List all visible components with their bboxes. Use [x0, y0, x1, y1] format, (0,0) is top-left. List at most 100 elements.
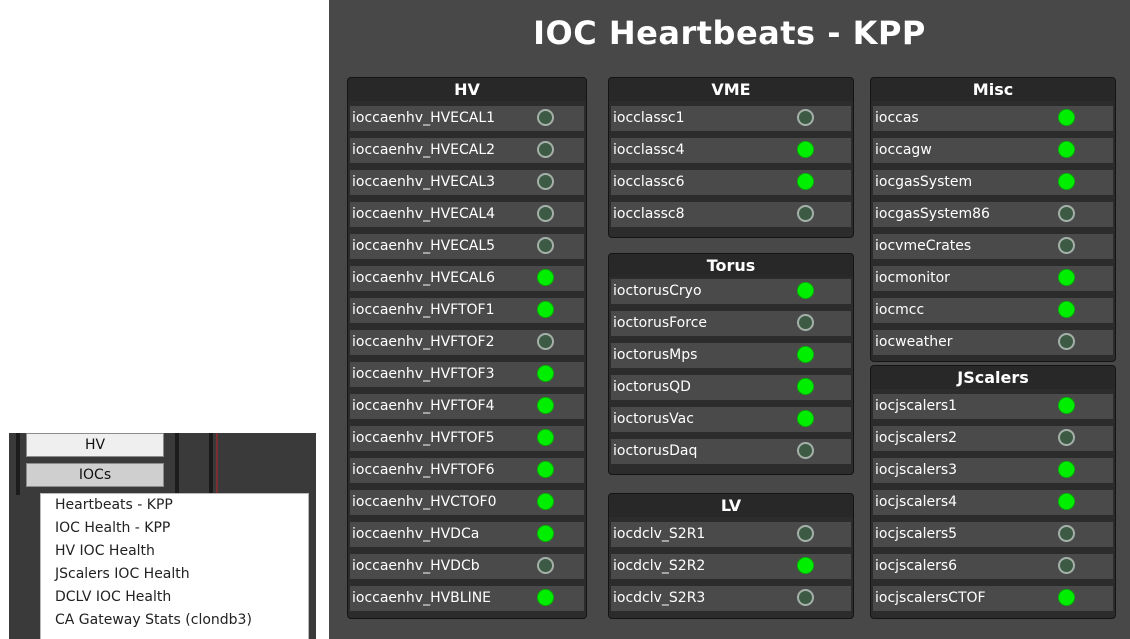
ioc-row: iocdclv_S2R2 [611, 554, 851, 579]
ioc-name: ioccaenhv_HVFTOF5 [352, 430, 495, 446]
ioc-name: ioccaenhv_HVECAL1 [352, 110, 496, 126]
ioc-row: iocjscalers1 [873, 394, 1113, 419]
ioc-row: ioccaenhv_HVECAL4 [350, 202, 584, 227]
status-led-icon [1058, 269, 1075, 286]
divider [216, 433, 218, 495]
ioc-name: iocdclv_S2R1 [613, 526, 706, 542]
ioc-row: iocdclv_S2R1 [611, 522, 851, 547]
ioc-row: ioccaenhv_HVFTOF2 [350, 330, 584, 355]
ioc-name: ioctorusForce [613, 315, 708, 331]
status-led-icon [537, 205, 554, 222]
ioc-name: iocmonitor [875, 270, 950, 286]
ioc-row: ioccaenhv_HVFTOF6 [350, 458, 584, 483]
ioc-row: ioccaenhv_HVECAL2 [350, 138, 584, 163]
ioc-row: ioccaenhv_HVFTOF1 [350, 298, 584, 323]
ioc-name: iocgasSystem86 [875, 206, 990, 222]
ioc-name: ioccaenhv_HVECAL5 [352, 238, 496, 254]
status-led-icon [797, 378, 814, 395]
ioc-row: iocclassc4 [611, 138, 851, 163]
ioc-row: iocmcc [873, 298, 1113, 323]
ioc-row: ioccaenhv_HVCTOF0 [350, 490, 584, 515]
menu-item-heartbeats-kpp[interactable]: Heartbeats - KPP [41, 494, 308, 517]
ioc-row: ioccaenhv_HVFTOF5 [350, 426, 584, 451]
iocs-dropdown-menu: Heartbeats - KPP IOC Health - KPP HV IOC… [40, 493, 309, 639]
iocs-menu-button[interactable]: IOCs [26, 463, 164, 487]
ioc-row: ioccaenhv_HVECAL3 [350, 170, 584, 195]
status-led-icon [1058, 589, 1075, 606]
ioc-row: iocjscalersCTOF [873, 586, 1113, 611]
ioc-row: ioccaenhv_HVFTOF3 [350, 362, 584, 387]
group-title: HV [348, 78, 586, 101]
ioc-row: iocclassc6 [611, 170, 851, 195]
status-led-icon [537, 301, 554, 318]
ioc-row: ioctorusMps [611, 343, 851, 368]
menu-item-ioc-health-kpp[interactable]: IOC Health - KPP [41, 517, 308, 540]
ioc-row: iocjscalers4 [873, 490, 1113, 515]
menu-item-jscalers-ioc-health[interactable]: JScalers IOC Health [41, 563, 308, 586]
status-led-icon [1058, 333, 1075, 350]
ioc-name: iocdclv_S2R2 [613, 558, 706, 574]
ioc-row: iocgasSystem [873, 170, 1113, 195]
ioc-row: iocjscalers6 [873, 554, 1113, 579]
status-led-icon [1058, 237, 1075, 254]
menu-item-dclv-ioc-health[interactable]: DCLV IOC Health [41, 586, 308, 609]
ioc-name: ioccaenhv_HVFTOF2 [352, 334, 495, 350]
status-led-icon [1058, 557, 1075, 574]
ioc-name: iocweather [875, 334, 953, 350]
status-led-icon [537, 333, 554, 350]
ioc-name: iocjscalers4 [875, 494, 958, 510]
ioc-row: iocvmeCrates [873, 234, 1113, 259]
ioc-name: ioccaenhv_HVECAL6 [352, 270, 496, 286]
group-hv: HV ioccaenhv_HVECAL1 ioccaenhv_HVECAL2ioc… [347, 77, 587, 619]
status-led-icon [1058, 493, 1075, 510]
group-jscalers: JScalers iocjscalers1 iocjscalers2 iocjsca… [870, 365, 1116, 619]
status-led-icon [797, 589, 814, 606]
ioc-row: iocgasSystem86 [873, 202, 1113, 227]
ioc-name: ioctorusMps [613, 347, 698, 363]
status-led-icon [1058, 397, 1075, 414]
ioc-row: iocjscalers2 [873, 426, 1113, 451]
status-led-icon [1058, 141, 1075, 158]
ioc-name: iocgasSystem [875, 174, 973, 190]
menu-item-hv-ioc-health[interactable]: HV IOC Health [41, 540, 308, 563]
ioc-row: iocclassc1 [611, 106, 851, 131]
status-led-icon [1058, 301, 1075, 318]
ioc-name: ioccagw [875, 142, 932, 158]
menu-area: HV IOCs Heartbeats - KPP IOC Health - KP… [9, 433, 316, 639]
menu-item-ca-gateway-stats[interactable]: CA Gateway Stats (clondb3) [41, 609, 308, 632]
status-led-icon [1058, 461, 1075, 478]
status-led-icon [537, 365, 554, 382]
ioc-name: ioccaenhv_HVFTOF3 [352, 366, 495, 382]
ioc-row: iocclassc8 [611, 202, 851, 227]
status-led-icon [537, 173, 554, 190]
ioc-row: ioccaenhv_HVECAL6 [350, 266, 584, 291]
status-led-icon [797, 282, 814, 299]
status-led-icon [537, 525, 554, 542]
ioc-name: iocjscalers3 [875, 462, 958, 478]
ioc-row: iocjscalers3 [873, 458, 1113, 483]
ioc-name: iocclassc8 [613, 206, 685, 222]
ioc-name: iocvmeCrates [875, 238, 972, 254]
ioc-row: ioctorusForce [611, 311, 851, 336]
ioc-name: iocjscalersCTOF [875, 590, 986, 606]
ioc-name: ioccas [875, 110, 919, 126]
status-led-icon [1058, 525, 1075, 542]
ioc-name: ioccaenhv_HVECAL4 [352, 206, 496, 222]
group-title: Misc [871, 78, 1115, 101]
ioc-row: ioccas [873, 106, 1113, 131]
status-led-icon [1058, 109, 1075, 126]
status-led-icon [797, 410, 814, 427]
status-led-icon [1058, 173, 1075, 190]
status-led-icon [797, 557, 814, 574]
ioc-name: iocdclv_S2R3 [613, 590, 706, 606]
divider [175, 433, 179, 495]
ioc-row: ioccaenhv_HVECAL5 [350, 234, 584, 259]
ioc-row: ioccaenhv_HVFTOF4 [350, 394, 584, 419]
status-led-icon [537, 397, 554, 414]
group-title: LV [609, 494, 853, 517]
ioc-name: iocclassc4 [613, 142, 685, 158]
ioc-name: iocjscalers2 [875, 430, 958, 446]
status-led-icon [537, 141, 554, 158]
heartbeats-panel: IOC Heartbeats - KPP HV ioccaenhv_HVECAL… [329, 0, 1130, 639]
hv-menu-button[interactable]: HV [26, 433, 164, 457]
